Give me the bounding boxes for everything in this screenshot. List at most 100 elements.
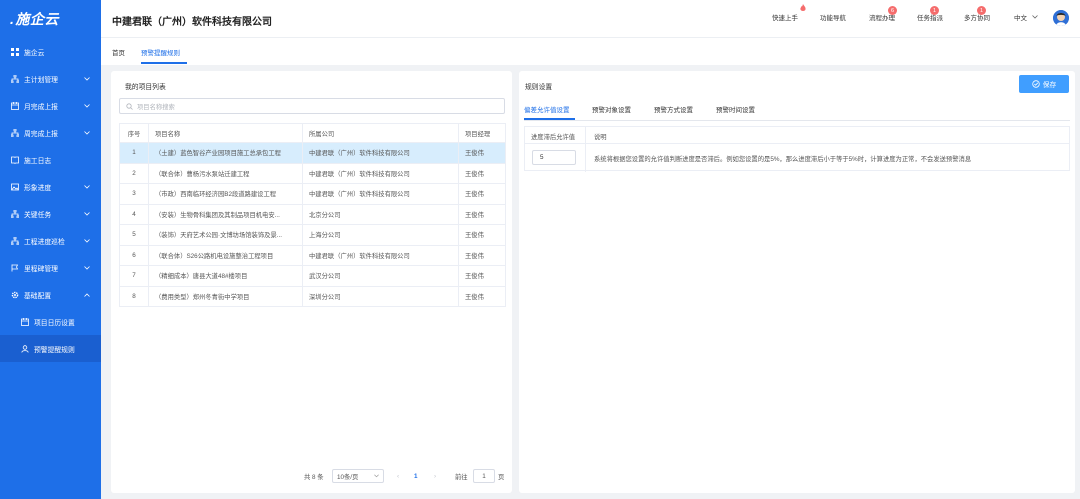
col-project-name: 项目名称 xyxy=(148,123,303,143)
fire-icon xyxy=(799,4,807,14)
sidebar-item-label: 月完成上报 xyxy=(24,103,58,111)
app-logo[interactable]: . 施企云 xyxy=(0,0,101,38)
tab-warning-target[interactable]: 预警对象设置 xyxy=(592,104,631,114)
sidebar-item-label: 预警提醒规则 xyxy=(34,346,75,354)
table-row[interactable]: 1 （土建）蓝色智谷产业园项目施工总承包工程 中建君联（广州）软件科技有限公司 … xyxy=(119,142,506,164)
page-unit: 页 xyxy=(498,473,505,481)
chevron-down-icon xyxy=(83,129,91,137)
task-badge: 1 xyxy=(930,6,939,15)
rule-settings-panel: 规则设置 保存 偏差允许值设置 预警对象设置 预警方式设置 预警时间设置 进度滞… xyxy=(519,71,1075,493)
sidebar-item-label: 工程进度巡检 xyxy=(24,238,65,246)
sidebar-item-label: 施企云 xyxy=(24,49,45,57)
sidebar-item-milestones[interactable]: 里程碑管理 xyxy=(0,254,101,281)
sidebar-item-label: 关键任务 xyxy=(24,211,52,219)
chevron-down-icon xyxy=(1032,15,1038,19)
sidebar-item-home[interactable]: 施企云 xyxy=(0,38,101,65)
table-row[interactable]: 3 （市政）西南临环经济园B2段道路建设工程 中建君联（广州）软件科技有限公司 … xyxy=(119,183,506,205)
table-row[interactable]: 8 （费用类型）郑州冬青街中学项目 深圳分公司 王俊伟 xyxy=(119,285,506,307)
chevron-down-icon xyxy=(83,102,91,110)
next-page-icon[interactable]: › xyxy=(434,469,436,483)
col-manager: 项目经理 xyxy=(458,123,506,143)
task-assign-link[interactable]: 任务指派 1 xyxy=(917,6,943,22)
quick-start-link[interactable]: 快速上手 xyxy=(772,4,806,22)
calendar-icon xyxy=(10,101,19,110)
sidebar-item-progress-inspection[interactable]: 工程进度巡检 xyxy=(0,227,101,254)
sidebar-item-label: 施工日志 xyxy=(24,157,52,165)
goto-label: 前往 xyxy=(455,473,468,481)
sidebar: . 施企云 施企云 主计划管理 月完成上报 周完成上报 施工日志 形象进度 关键任… xyxy=(0,0,101,499)
project-search-input[interactable]: 项目名称搜索 xyxy=(119,98,505,114)
chevron-down-icon xyxy=(83,237,91,245)
company-title: 中建君联（广州）软件科技有限公司 xyxy=(112,17,272,28)
workflow-link[interactable]: 流程办理 6 xyxy=(869,6,897,22)
org-icon xyxy=(10,209,19,218)
grid-icon xyxy=(10,47,19,56)
sidebar-item-project-calendar[interactable]: 项目日历设置 xyxy=(0,308,101,335)
user-icon xyxy=(20,344,29,353)
tabs-bar: 首页 预警提醒规则 xyxy=(101,38,1080,65)
chevron-up-icon xyxy=(83,291,91,299)
save-button[interactable]: 保存 xyxy=(1019,75,1069,93)
sidebar-item-weekly-report[interactable]: 周完成上报 xyxy=(0,119,101,146)
chevron-down-icon xyxy=(83,210,91,218)
sidebar-item-label: 周完成上报 xyxy=(24,130,58,138)
chevron-down-icon xyxy=(83,183,91,191)
tab-warning-rules[interactable]: 预警提醒规则 xyxy=(141,47,180,57)
rule-description: 系统将根据您设置的允许值判断进度是否滞后。例如您设置的是5%，那么进度滞后小于等… xyxy=(594,156,972,163)
table-header: 进度滞后允许值 说明 xyxy=(525,127,1069,144)
org-icon xyxy=(10,74,19,83)
sidebar-item-label: 里程碑管理 xyxy=(24,265,58,273)
lag-allowance-input[interactable]: 5 xyxy=(532,150,576,165)
tab-warning-time[interactable]: 预警时间设置 xyxy=(716,104,755,114)
sidebar-item-visual-progress[interactable]: 形象进度 xyxy=(0,173,101,200)
language-select[interactable]: 中文 xyxy=(1014,12,1038,22)
deviation-table: 进度滞后允许值 说明 5 系统将根据您设置的允许值判断进度是否滞后。例如您设置的… xyxy=(524,126,1070,172)
project-list-panel: 我的项目列表 项目名称搜索 序号 项目名称 所属公司 项目经理 1 （土建）蓝色… xyxy=(111,71,512,493)
panel-title: 我的项目列表 xyxy=(125,84,166,91)
goto-page-input[interactable]: 1 xyxy=(473,469,495,483)
sidebar-item-warning-rules[interactable]: 预警提醒规则 xyxy=(0,335,101,362)
search-placeholder: 项目名称搜索 xyxy=(137,103,175,111)
table-row[interactable]: 6 （联合体）S26公路机电设施整治工程项目 中建君联（广州）软件科技有限公司 … xyxy=(119,244,506,266)
workflow-badge: 6 xyxy=(888,6,897,15)
check-circle-icon xyxy=(1032,80,1040,88)
sidebar-item-master-plan[interactable]: 主计划管理 xyxy=(0,65,101,92)
image-icon xyxy=(10,182,19,191)
collaboration-link[interactable]: 多方协同 1 xyxy=(964,6,990,22)
flag-icon xyxy=(10,263,19,272)
book-icon xyxy=(10,155,19,164)
tab-warning-method[interactable]: 预警方式设置 xyxy=(654,104,693,114)
function-nav-link[interactable]: 功能导航 xyxy=(820,12,846,22)
table-header: 序号 项目名称 所属公司 项目经理 xyxy=(119,123,506,143)
sidebar-item-monthly-report[interactable]: 月完成上报 xyxy=(0,92,101,119)
sidebar-item-label: 形象进度 xyxy=(24,184,52,192)
org-icon xyxy=(10,236,19,245)
page-size-select[interactable]: 10条/页 xyxy=(332,469,384,483)
sidebar-item-label: 项目日历设置 xyxy=(34,319,75,327)
pagination: 共 8 条 10条/页 ‹ 1 › 前往 1 页 xyxy=(111,469,512,483)
col-company: 所属公司 xyxy=(302,123,459,143)
collab-badge: 1 xyxy=(977,6,986,15)
chevron-down-icon xyxy=(374,474,379,478)
table-row[interactable]: 4 （安装）生物骨科集团及其制品项目机电安... 北京分公司 王俊伟 xyxy=(119,203,506,225)
active-tab-indicator xyxy=(141,62,187,64)
page-number[interactable]: 1 xyxy=(414,469,418,483)
avatar[interactable] xyxy=(1053,10,1069,26)
project-table: 序号 项目名称 所属公司 项目经理 1 （土建）蓝色智谷产业园项目施工总承包工程… xyxy=(119,123,506,307)
table-row[interactable]: 5 （装饰）天府艺术公园·文博坊场馆装饰及景... 上海分公司 王俊伟 xyxy=(119,224,506,246)
chevron-down-icon xyxy=(83,264,91,272)
top-header: 中建君联（广州）软件科技有限公司 快速上手 功能导航 流程办理 6 任务指派 1… xyxy=(101,0,1080,38)
tab-home[interactable]: 首页 xyxy=(112,47,125,57)
sidebar-item-base-config[interactable]: 基础配置 xyxy=(0,281,101,308)
col-index: 序号 xyxy=(119,123,149,143)
gear-icon xyxy=(10,290,19,299)
table-row[interactable]: 7 （精细成本）唐县大道48#楼项目 武汉分公司 王俊伟 xyxy=(119,265,506,287)
table-row[interactable]: 2 （联合体）曹杨污水泵站迁建工程 中建君联（广州）软件科技有限公司 王俊伟 xyxy=(119,162,506,184)
sidebar-item-construction-log[interactable]: 施工日志 xyxy=(0,146,101,173)
calendar-icon xyxy=(20,317,29,326)
sidebar-item-key-tasks[interactable]: 关键任务 xyxy=(0,200,101,227)
tab-divider xyxy=(524,120,1070,121)
sidebar-item-label: 基础配置 xyxy=(24,292,52,300)
tab-deviation-allowance[interactable]: 偏差允许值设置 xyxy=(524,104,570,114)
prev-page-icon[interactable]: ‹ xyxy=(397,469,399,483)
